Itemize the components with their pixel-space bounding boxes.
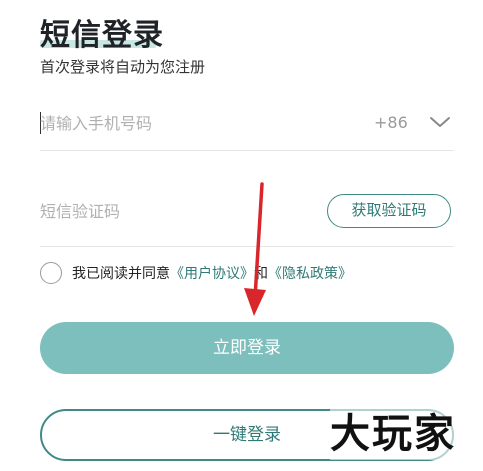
agreement-text: 我已阅读并同意《用户协议》和《隐私政策》: [72, 263, 352, 283]
country-code-selector[interactable]: +86: [374, 113, 408, 132]
red-arrow-icon: [244, 182, 266, 316]
login-button[interactable]: 立即登录: [40, 322, 454, 374]
agreement-prefix: 我已阅读并同意: [72, 266, 170, 282]
chevron-down-icon[interactable]: [428, 114, 452, 130]
page-title: 短信登录: [40, 18, 164, 53]
agreement-checkbox[interactable]: [40, 262, 62, 284]
login-page: 短信登录 首次登录将自动为您注册 +86 获取验证码 我已阅读并同意《用户协议》…: [0, 0, 483, 471]
agreement-row: 我已阅读并同意《用户协议》和《隐私政策》: [40, 260, 352, 286]
get-code-button[interactable]: 获取验证码: [327, 194, 451, 228]
page-subtitle: 首次登录将自动为您注册: [40, 58, 206, 76]
phone-input[interactable]: [40, 108, 300, 138]
privacy-policy-link[interactable]: 《隐私政策》: [268, 266, 352, 282]
phone-field-row: +86: [40, 100, 454, 151]
watermark-logo: 大玩家: [330, 408, 456, 460]
